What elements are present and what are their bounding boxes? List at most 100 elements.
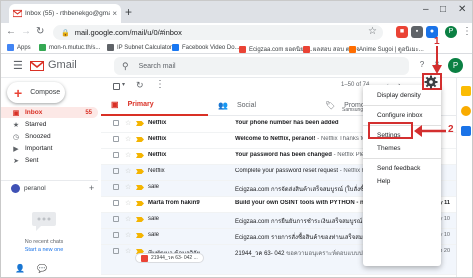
new-chat-plus-icon[interactable]: + [89,183,94,193]
important-marker-icon[interactable] [136,185,144,190]
star-icon[interactable]: ☆ [125,151,131,159]
annotation-arrow-1 [432,46,442,74]
keep-icon[interactable] [461,106,471,116]
extension-icon[interactable]: ■ [396,26,408,38]
back-icon[interactable]: ← [6,25,16,39]
bookmark-item[interactable]: mon-n.mutuc.th/s... [39,44,100,51]
row-checkbox[interactable] [113,152,119,158]
pdf-icon [141,254,148,262]
star-icon[interactable]: ☆ [125,231,131,239]
bookmark-item[interactable]: Apps [7,44,31,51]
important-marker-icon[interactable] [136,217,144,222]
bookmark-star-icon[interactable]: ☆ [368,26,377,37]
sidebar-item-sent[interactable]: ➤ Sent [1,155,98,166]
email-subject: Complete your password reset request [235,168,339,174]
important-marker-icon[interactable] [136,121,144,126]
address-bar[interactable]: 🔒 mail.google.com/mail/u/0/#inbox ☆ [53,25,383,40]
compose-button[interactable]: + Compose [7,82,65,103]
select-dropdown-icon[interactable]: ▾ [122,81,125,88]
close-window-icon[interactable]: ✕ [458,3,466,17]
select-all-checkbox[interactable] [113,83,120,90]
email-subject-line: Your phone number has been added [235,120,363,126]
browser-tab-inbox[interactable]: Inbox (55) - rthbenekgo@gma... × [9,4,121,23]
menu-item-send-feedback[interactable]: Send feedback [363,163,441,175]
tab-close-icon[interactable]: × [112,9,117,18]
email-subject-line: Ecigzaa.com รายการสั่งซื้อสินค้าของท่านเ… [235,232,363,242]
annotation-arrow-2 [414,125,446,137]
minimize-icon[interactable]: – [423,3,429,17]
new-tab-button[interactable]: + [125,5,132,19]
sidebar-item-snoozed[interactable]: ◷ Snoozed [1,131,98,142]
extension-icon[interactable]: ▪ [411,26,423,38]
search-mail-input[interactable]: ⚲ Search mail [114,57,409,75]
bookmark-item[interactable]: IP Subnet Calculator [107,44,172,51]
bookmark-favicon-icon [7,44,14,51]
tasks-icon[interactable] [461,126,471,136]
menu-item-configure-inbox[interactable]: Configure inbox [363,110,441,122]
more-options-icon[interactable]: ⋮ [155,79,165,90]
email-subject-line: Ecigzaa.com การจัดส่งสินค้าเสร็จสมบูรณ์ … [235,184,363,194]
account-avatar[interactable]: P [448,58,463,73]
url-text: mail.google.com/mail/u/0/#inbox [74,28,182,37]
important-marker-icon[interactable] [136,137,144,142]
refresh-icon[interactable]: ↻ [136,80,144,91]
bookmark-item[interactable]: Anime Sugoi | ดูอนิเมะ... [349,44,424,54]
hangouts-user-icon[interactable]: 👤 [15,264,25,273]
profile-avatar-icon[interactable]: P [445,26,457,38]
browser-menu-icon[interactable]: ⋮ [462,25,472,39]
bookmark-favicon-icon [349,45,356,53]
search-icon[interactable]: ⚲ [122,61,129,72]
star-icon[interactable]: ☆ [125,215,131,223]
star-icon[interactable]: ☆ [125,199,131,207]
important-marker-icon[interactable] [136,201,144,206]
important-marker-icon[interactable] [136,153,144,158]
start-new-chat-link[interactable]: Start a new one [1,246,87,254]
no-recent-chats: No recent chats Start a new one [1,238,87,254]
tab-social[interactable]: 👥 Social [208,94,315,116]
star-icon[interactable]: ☆ [125,183,131,191]
important-icon: ▶ [13,145,19,153]
row-checkbox[interactable] [113,120,119,126]
bookmark-item[interactable]: Ecigzaa.com ยอดนิยม... [239,44,313,54]
star-icon[interactable]: ☆ [125,167,131,175]
row-checkbox[interactable] [113,248,119,254]
main-menu-icon[interactable]: ☰ [13,60,23,72]
sidebar-item-starred[interactable]: ★ Starred [1,119,98,130]
chat-user-avatar [11,184,20,193]
tab-primary[interactable]: ▣ Primary [101,94,208,116]
row-checkbox[interactable] [113,200,119,206]
support-icon[interactable]: ? [416,59,428,71]
settings-gear-icon[interactable] [424,75,438,89]
hangouts-chat-icon[interactable]: 💬 [37,264,47,273]
reload-icon[interactable]: ↻ [36,25,44,39]
chat-user[interactable]: peranol + [11,183,94,193]
annotation-number-2: 2 [448,124,454,135]
sidebar-item-important[interactable]: ▶ Important [1,143,98,154]
annotation-box-settings [368,122,413,139]
calendar-icon[interactable] [461,86,471,96]
star-icon[interactable]: ☆ [125,135,131,143]
important-marker-icon[interactable] [136,233,144,238]
row-checkbox[interactable] [113,184,119,190]
gmail-logo-text: Gmail [48,59,77,71]
maximize-icon[interactable]: □ [440,3,446,17]
row-checkbox[interactable] [113,216,119,222]
attachment-chip[interactable]: 21944_วค 63- 042 ... [135,253,204,263]
forward-icon[interactable]: → [21,25,31,39]
tab-label: Primary [127,100,154,108]
bookmark-label: mon-n.mutuc.th/s... [49,44,101,51]
row-checkbox[interactable] [113,168,119,174]
menu-item-themes[interactable]: Themes [363,143,441,155]
important-marker-icon[interactable] [136,169,144,174]
menu-item-display-density[interactable]: Display density [363,90,441,102]
email-sender: sale [148,216,160,222]
row-checkbox[interactable] [113,136,119,142]
bookmark-item[interactable]: Facebook Video Do... [172,44,240,51]
email-subject-line: Welcome to Netflix, peranol! - Netflix T… [235,136,363,142]
gmail-favicon-icon [13,9,22,18]
menu-item-help[interactable]: Help [363,176,441,188]
sidebar-item-inbox[interactable]: ▣ Inbox 55 [1,107,98,118]
row-checkbox[interactable] [113,232,119,238]
star-icon[interactable]: ☆ [125,119,131,127]
star-icon[interactable]: ☆ [125,247,131,255]
